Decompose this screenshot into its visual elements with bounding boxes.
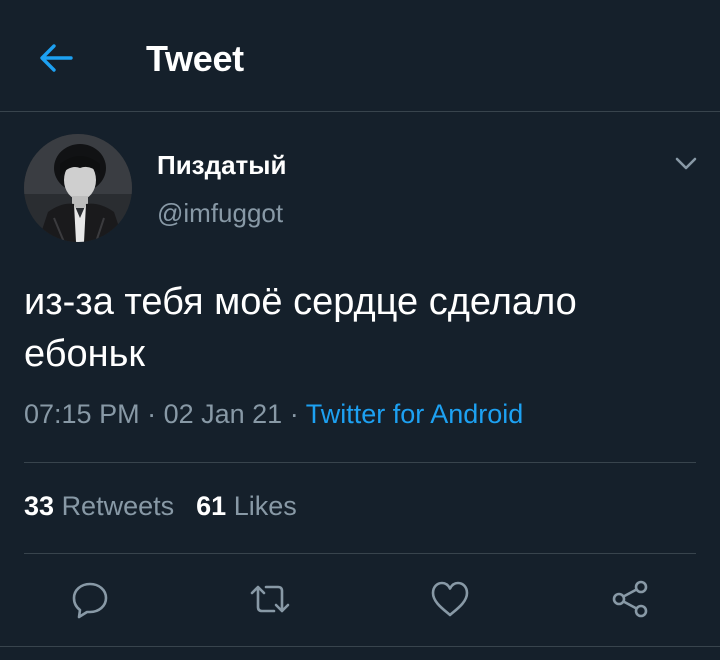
retweets-count: 33	[24, 491, 55, 521]
tweet-detail-screen: Tweet Пиздатый @imfuggot из-за тебя моё …	[0, 0, 720, 660]
likes-label: Likes	[233, 491, 297, 521]
top-bar: Tweet	[0, 0, 720, 112]
share-button[interactable]	[608, 577, 652, 621]
retweet-icon	[250, 585, 290, 613]
chevron-down-icon	[675, 157, 697, 170]
reply-button[interactable]	[68, 577, 112, 621]
reply-icon	[72, 582, 108, 619]
avatar-image	[24, 134, 132, 242]
divider	[0, 646, 720, 647]
share-icon	[612, 580, 648, 618]
like-button[interactable]	[428, 577, 472, 621]
author-handle[interactable]: @imfuggot	[157, 198, 283, 229]
retweets-label: Retweets	[61, 491, 175, 521]
tweet-date: 02 Jan 21	[163, 399, 283, 429]
tweet-time: 07:15 PM	[24, 399, 140, 429]
tweet-source-link[interactable]: Twitter for Android	[306, 399, 524, 429]
retweets-stat[interactable]: 33 Retweets	[24, 491, 174, 521]
back-button[interactable]	[36, 38, 76, 78]
meta-separator: ·	[282, 399, 306, 429]
tweet-stats: 33 Retweets 61 Likes	[24, 491, 297, 522]
avatar[interactable]	[24, 134, 132, 242]
likes-count: 61	[196, 491, 227, 521]
like-icon	[431, 581, 469, 617]
tweet-menu-button[interactable]	[668, 150, 704, 178]
tweet-meta: 07:15 PM · 02 Jan 21 · Twitter for Andro…	[24, 399, 523, 430]
retweet-button[interactable]	[248, 577, 292, 621]
action-bar	[0, 553, 720, 647]
meta-separator: ·	[139, 399, 164, 429]
arrow-left-icon	[40, 44, 73, 72]
author-display-name[interactable]: Пиздатый	[157, 150, 286, 181]
likes-stat[interactable]: 61 Likes	[196, 491, 297, 521]
page-title: Tweet	[146, 38, 244, 79]
tweet-text: из-за тебя моё сердце сделало ебоньк	[24, 281, 577, 375]
divider	[24, 462, 696, 463]
